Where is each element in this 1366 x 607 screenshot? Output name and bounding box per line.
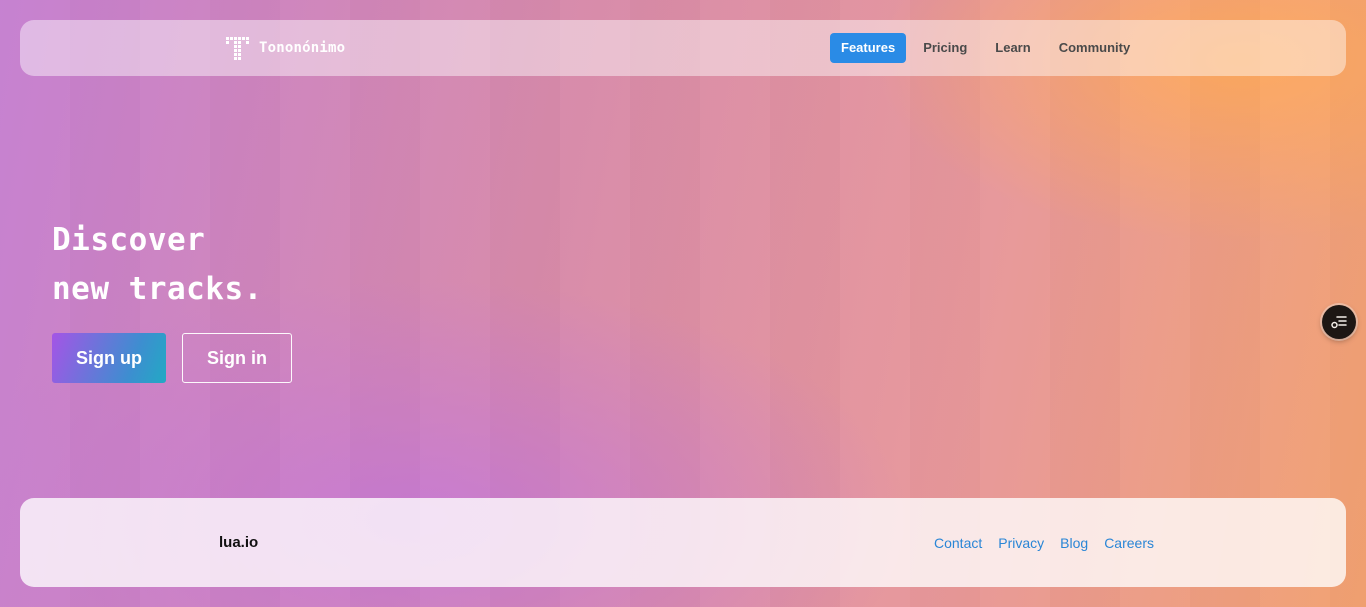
footer-link-contact[interactable]: Contact — [934, 535, 982, 551]
nav-link-learn[interactable]: Learn — [984, 33, 1041, 63]
nav-link-features[interactable]: Features — [830, 33, 907, 63]
signup-button[interactable]: Sign up — [52, 333, 166, 383]
footer-link-careers[interactable]: Careers — [1104, 535, 1154, 551]
top-navbar: Tononónimo Features Pricing Learn Commun… — [20, 20, 1346, 76]
nav-link-pricing[interactable]: Pricing — [912, 33, 978, 63]
filter-settings-icon — [1331, 316, 1347, 329]
footer-link-privacy[interactable]: Privacy — [998, 535, 1044, 551]
brand-name: Tononónimo — [259, 40, 346, 56]
nav-links: Features Pricing Learn Community — [830, 33, 1141, 63]
floating-action-button[interactable] — [1322, 305, 1356, 339]
footer-brand[interactable]: lua.io — [219, 534, 258, 551]
nav-link-community[interactable]: Community — [1048, 33, 1142, 63]
signin-button[interactable]: Sign in — [182, 333, 292, 383]
hero-title: Discover new tracks. — [52, 216, 263, 314]
footer-link-blog[interactable]: Blog — [1060, 535, 1088, 551]
hero-title-line2: new tracks. — [52, 271, 263, 307]
brand-link[interactable]: Tononónimo — [225, 35, 345, 61]
hero-title-line1: Discover — [52, 222, 206, 258]
pixel-t-logo-icon — [226, 37, 249, 60]
footer: lua.io Contact Privacy Blog Careers — [20, 498, 1346, 587]
footer-links: Contact Privacy Blog Careers — [934, 535, 1154, 551]
